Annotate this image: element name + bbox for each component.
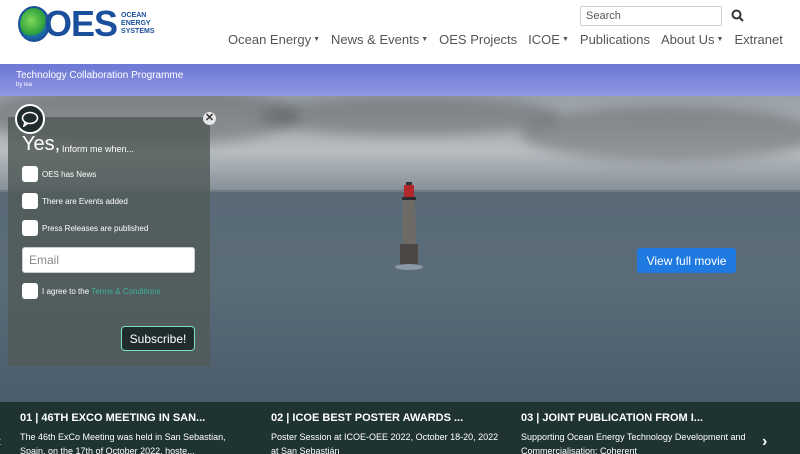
news-item[interactable]: 01 | 46TH EXCO MEETING IN SAN... The 46t…: [20, 412, 250, 454]
checkbox[interactable]: [22, 193, 38, 209]
terms-link[interactable]: Terms & Conditions: [91, 287, 160, 296]
news-item[interactable]: 03 | JOINT PUBLICATION FROM I... Support…: [521, 412, 751, 454]
email-field[interactable]: [22, 247, 195, 273]
caret-down-icon: ▼: [716, 36, 724, 43]
news-carousel: 01 | 46TH EXCO MEETING IN SAN... The 46t…: [0, 402, 800, 454]
news-item[interactable]: 02 | ICOE BEST POSTER AWARDS ... Poster …: [271, 412, 501, 454]
nav-publications[interactable]: Publications: [580, 32, 650, 47]
nav-news-events[interactable]: News & Events ▼: [331, 32, 428, 47]
nav-icoe[interactable]: ICOE ▼: [528, 32, 569, 47]
caret-down-icon: ▼: [421, 36, 429, 43]
option-news[interactable]: OES has News: [22, 166, 96, 182]
site-header: OES OCEAN ENERGY SYSTEMS Ocean Energy▼ N…: [0, 0, 800, 64]
chevron-right-icon[interactable]: ›: [762, 433, 767, 451]
nav-ocean-energy[interactable]: Ocean Energy ▼: [228, 32, 320, 47]
lighthouse-image: [395, 182, 423, 270]
caret-down-icon: ▼: [313, 36, 321, 43]
logo-subtitle: OCEAN ENERGY SYSTEMS: [121, 12, 155, 35]
nav-oes-projects[interactable]: OES Projects: [439, 32, 517, 47]
search-icon[interactable]: [730, 8, 746, 24]
nav-extranet[interactable]: Extranet: [734, 32, 782, 47]
banner-title: Technology Collaboration Programme: [16, 70, 184, 81]
yes-heading: Yes,: [22, 133, 61, 155]
logo-text: OES: [44, 3, 118, 44]
inform-text: Inform me when...: [62, 144, 135, 154]
option-events[interactable]: There are Events added: [22, 193, 128, 209]
nav-about-us[interactable]: About Us ▼: [661, 32, 723, 47]
chevron-left-icon[interactable]: ‹: [0, 433, 1, 451]
caret-down-icon: ▼: [561, 36, 569, 43]
tcp-banner: Technology Collaboration Programme by ie…: [0, 64, 800, 96]
checkbox[interactable]: [22, 220, 38, 236]
agree-terms[interactable]: I agree to the Terms & Conditions: [22, 283, 161, 299]
view-full-movie-button[interactable]: View full movie: [637, 248, 736, 273]
main-nav: Ocean Energy ▼ News & Events ▼ OES Project…: [228, 32, 794, 47]
checkbox[interactable]: [22, 166, 38, 182]
checkbox[interactable]: [22, 283, 38, 299]
search-input[interactable]: [580, 6, 722, 26]
banner-subtitle: by iea: [16, 82, 33, 88]
close-icon[interactable]: ✕: [203, 112, 216, 125]
subscribe-button[interactable]: Subscribe!: [121, 326, 195, 351]
oes-logo[interactable]: OES OCEAN ENERGY SYSTEMS: [18, 6, 154, 42]
option-press-releases[interactable]: Press Releases are published: [22, 220, 148, 236]
chat-bubble-icon[interactable]: [15, 104, 45, 134]
